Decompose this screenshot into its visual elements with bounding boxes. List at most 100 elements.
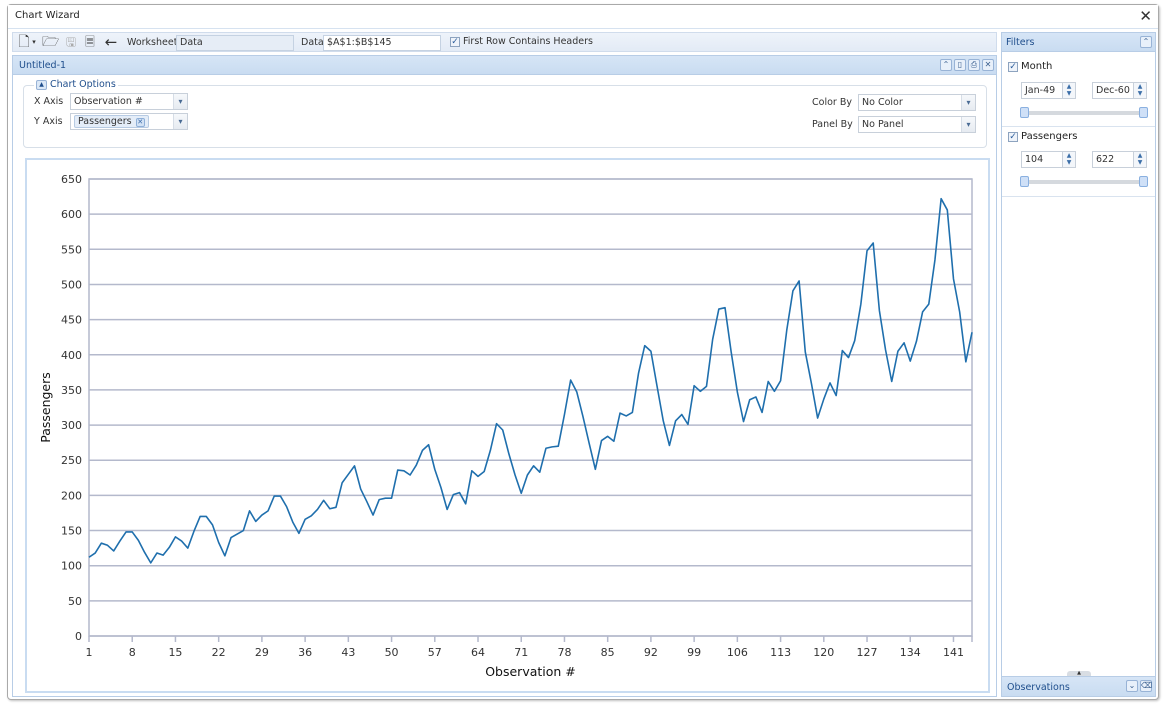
x-tick-label: 15 xyxy=(168,646,182,659)
close-icon[interactable]: ✕ xyxy=(982,59,994,71)
first-row-headers-label: First Row Contains Headers xyxy=(463,36,593,47)
y-tick-label: 600 xyxy=(61,208,82,221)
chevron-down-icon[interactable]: ▾ xyxy=(961,117,975,132)
y-tick-label: 450 xyxy=(61,314,82,327)
series-layer xyxy=(88,197,973,564)
x-axis-value: Observation # xyxy=(74,96,143,107)
observations-title: Observations xyxy=(1007,682,1070,693)
x-tick-label: 71 xyxy=(514,646,528,659)
export-icon[interactable]: 🗏 xyxy=(83,34,97,51)
y-tick-label: 100 xyxy=(61,560,82,573)
x-tick-label: 113 xyxy=(770,646,791,659)
chevron-down-icon[interactable]: ▾ xyxy=(173,94,187,109)
month-max-handle[interactable] xyxy=(1139,107,1148,118)
print-icon[interactable]: ⎙ xyxy=(968,59,980,71)
open-folder-icon[interactable]: 🗁 xyxy=(42,34,59,51)
observations-header: Observations ⌄ ⌫ xyxy=(1002,676,1155,696)
month-range-slider[interactable] xyxy=(1020,107,1148,118)
x-tick-label: 127 xyxy=(857,646,878,659)
first-row-headers-option[interactable]: ✓ First Row Contains Headers xyxy=(450,36,593,47)
y-axis-title: Passengers xyxy=(38,372,53,443)
panel-by-select[interactable]: No Panel ▾ xyxy=(858,116,976,133)
worksheet-input[interactable]: Data xyxy=(176,35,294,51)
remove-chip-icon[interactable]: ✕ xyxy=(135,118,145,127)
data-label: Data xyxy=(301,37,324,48)
x-tick-label: 64 xyxy=(471,646,485,659)
close-icon[interactable]: ✕ xyxy=(1139,7,1152,25)
copy-icon[interactable]: ▯ xyxy=(954,59,966,71)
series-line-passengers xyxy=(88,197,973,564)
chevron-down-icon[interactable]: ▾ xyxy=(173,114,187,129)
chart-options-title: Chart Options xyxy=(50,79,116,90)
month-max-value: Dec-60 xyxy=(1096,85,1130,96)
passengers-max-input[interactable]: 622 ▲ ▼ xyxy=(1092,151,1147,168)
spinner-icon[interactable]: ▲ ▼ xyxy=(1062,151,1076,168)
spinner-icon[interactable]: ▲ ▼ xyxy=(1062,82,1076,99)
title-bar: Chart Wizard ✕ xyxy=(8,5,1158,29)
color-by-label: Color By xyxy=(812,97,852,108)
y-tick-label: 350 xyxy=(61,384,82,397)
y-tick-label: 150 xyxy=(61,525,82,538)
x-tick-label: 99 xyxy=(687,646,701,659)
x-tick-label: 8 xyxy=(129,646,136,659)
month-min-input[interactable]: Jan-49 ▲ ▼ xyxy=(1021,82,1076,99)
passengers-min-handle[interactable] xyxy=(1020,176,1029,187)
chart-options-legend[interactable]: ▲ Chart Options xyxy=(34,79,118,90)
y-tick-label: 650 xyxy=(61,173,82,186)
y-tick-label: 400 xyxy=(61,349,82,362)
expand-icon[interactable]: ⌄ xyxy=(1126,680,1138,692)
month-filter-checkbox[interactable]: ✓ xyxy=(1008,61,1018,72)
panel-by-label: Panel By xyxy=(812,119,853,130)
passengers-max-value: 622 xyxy=(1096,154,1115,165)
back-arrow-icon[interactable]: ← xyxy=(103,34,119,51)
new-document-icon[interactable]: 🗋 xyxy=(17,34,31,51)
chevron-down-icon[interactable]: ▾ xyxy=(961,95,975,110)
x-tick-label: 36 xyxy=(298,646,312,659)
chart-wizard-window: Chart Wizard ✕ 🗋 ▾ 🗁 🖫 🗏 ← Worksheet Dat… xyxy=(7,4,1159,700)
document-header: Untitled-1 ⌃ ▯ ⎙ ✕ xyxy=(12,55,997,75)
y-tick-label: 500 xyxy=(61,278,82,291)
collapse-icon[interactable]: ⌃ xyxy=(1140,36,1152,48)
month-min-value: Jan-49 xyxy=(1025,85,1056,96)
dropdown-arrow-icon[interactable]: ▾ xyxy=(30,34,38,51)
y-axis-select[interactable]: Passengers ✕ ▾ xyxy=(70,113,188,130)
window-title: Chart Wizard xyxy=(15,10,80,21)
y-tick-label: 0 xyxy=(75,630,82,643)
document-body: ▲ Chart Options X Axis Observation # ▾ Y… xyxy=(12,75,997,697)
passengers-max-handle[interactable] xyxy=(1139,176,1148,187)
color-by-select[interactable]: No Color ▾ xyxy=(858,94,976,111)
month-filter-label: Month xyxy=(1021,61,1053,72)
month-max-input[interactable]: Dec-60 ▲ ▼ xyxy=(1092,82,1147,99)
month-min-handle[interactable] xyxy=(1020,107,1029,118)
collapse-toggle-icon[interactable]: ▲ xyxy=(36,79,47,90)
chart-options-panel: ▲ Chart Options X Axis Observation # ▾ Y… xyxy=(23,79,987,148)
y-tick-label: 200 xyxy=(61,489,82,502)
plot-border xyxy=(88,178,973,637)
filters-header: Filters ⌃ xyxy=(1002,33,1155,52)
spinner-icon[interactable]: ▲ ▼ xyxy=(1133,151,1147,168)
passengers-range-slider[interactable] xyxy=(1020,176,1148,187)
passengers-min-input[interactable]: 104 ▲ ▼ xyxy=(1021,151,1076,168)
x-tick-label: 78 xyxy=(557,646,571,659)
passengers-filter-label: Passengers xyxy=(1021,131,1078,142)
eraser-icon[interactable]: ⌫ xyxy=(1140,680,1152,692)
save-icon[interactable]: 🖫 xyxy=(64,34,78,51)
gridlines xyxy=(88,178,973,637)
document-title[interactable]: Untitled-1 xyxy=(19,60,66,71)
x-axis-select[interactable]: Observation # ▾ xyxy=(70,93,188,110)
x-axis-label: X Axis xyxy=(34,96,64,107)
collapse-icon[interactable]: ⌃ xyxy=(940,59,952,71)
x-tick-label: 1 xyxy=(86,646,93,659)
spinner-icon[interactable]: ▲ ▼ xyxy=(1133,82,1147,99)
filters-panel: Filters ⌃ ✓ Month Jan-49 ▲ ▼ Dec-60 ▲ ▼ ✓ Pa… xyxy=(1001,32,1156,697)
worksheet-label: Worksheet xyxy=(127,37,178,48)
y-axis-chip-label: Passengers xyxy=(78,116,132,127)
data-range-input[interactable]: $A$1:$B$145 xyxy=(323,35,441,51)
passengers-filter-checkbox[interactable]: ✓ xyxy=(1008,131,1018,142)
y-tick-label: 550 xyxy=(61,243,82,256)
x-tick-label: 92 xyxy=(644,646,658,659)
first-row-headers-checkbox[interactable]: ✓ xyxy=(450,36,460,47)
filter-month: ✓ Month Jan-49 ▲ ▼ Dec-60 ▲ ▼ xyxy=(1002,57,1155,127)
x-axis-ticks: 1 8 15 22 29 36 43 50 57 64 71 78 85 92 99 106 113 120 127… xyxy=(86,636,973,659)
x-tick-label: 120 xyxy=(813,646,834,659)
